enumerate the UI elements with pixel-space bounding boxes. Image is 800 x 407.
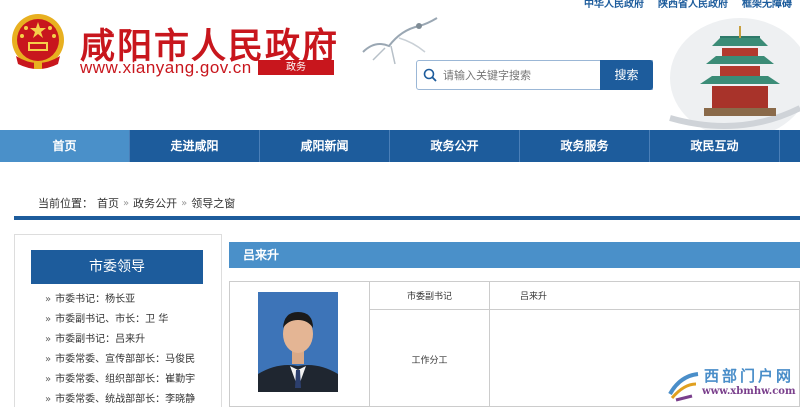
chevron-right-icon: »: [45, 394, 52, 405]
nav-gov-services[interactable]: 政务服务: [520, 130, 650, 162]
sidebar-item-label: 市委常委、组织部部长：崔勤宇: [55, 374, 196, 385]
sidebar-item-label: 市委书记：杨长亚: [55, 294, 136, 305]
sidebar-title: 市委领导: [31, 250, 203, 284]
top-link-central-gov[interactable]: 中华人民政府: [584, 0, 644, 10]
sidebar-item-propaganda[interactable]: » 市委常委、宣传部部长：马俊民: [45, 350, 195, 370]
photo-cell: [230, 282, 370, 407]
leader-photo: [258, 292, 338, 392]
search-button[interactable]: 搜索: [600, 60, 653, 90]
nav-gov-affairs[interactable]: 政务公开: [390, 130, 520, 162]
search-icon[interactable]: [417, 61, 443, 89]
nav-about-xianyang[interactable]: 走进咸阳: [130, 130, 260, 162]
nav-xianyang-news[interactable]: 咸阳新闻: [260, 130, 390, 162]
sidebar: 市委领导 » 市委书记：杨长亚 » 市委副书记、市长：卫 华 » 市委副书记：吕来升 …: [14, 234, 222, 407]
breadcrumb-gov-affairs[interactable]: 政务公开: [133, 195, 177, 211]
sidebar-list: » 市委书记：杨长亚 » 市委副书记、市长：卫 华 » 市委副书记：吕来升 » 市委常委…: [45, 290, 195, 407]
breadcrumb-prefix: 当前位置：: [38, 197, 93, 210]
nav-interaction[interactable]: 政民互动: [650, 130, 780, 162]
sidebar-item-united-front[interactable]: » 市委常委、统战部部长：李晓静: [45, 390, 195, 407]
site-url[interactable]: www.xianyang.gov.cn: [80, 58, 252, 78]
breadcrumb-separator: »: [181, 197, 188, 209]
page: 咸阳市人民政府 www.xianyang.gov.cn 政务 中华人民政府 陕西…: [0, 0, 800, 407]
national-emblem-icon[interactable]: [10, 12, 66, 72]
chevron-right-icon: »: [45, 334, 52, 345]
pavilion-tower-icon: [650, 8, 800, 138]
leader-name-header: 吕来升: [229, 242, 800, 268]
watermark: 西部门户网 www.xbmhw.com: [666, 362, 800, 407]
watermark-url: www.xbmhw.com: [702, 386, 796, 397]
breadcrumb-divider: [14, 216, 800, 220]
breadcrumb-separator: »: [123, 197, 130, 209]
position-label: 市委副书记: [370, 282, 490, 310]
duty-label: 工作分工: [370, 310, 490, 407]
sidebar-item-label: 市委副书记、市长：卫 华: [55, 314, 169, 325]
watermark-text: 西部门户网: [704, 367, 795, 385]
main-nav: 首页 走进咸阳 咸阳新闻 政务公开 政务服务 政民互动: [0, 130, 800, 162]
sidebar-item-label: 市委常委、统战部部长：李晓静: [55, 394, 196, 405]
sidebar-item-mayor[interactable]: » 市委副书记、市长：卫 华: [45, 310, 195, 330]
watermark-logo-icon: [668, 372, 699, 402]
position-value: 吕来升: [490, 282, 800, 310]
breadcrumb-home[interactable]: 首页: [97, 195, 119, 211]
sidebar-item-deputy-secretary[interactable]: » 市委副书记：吕来升: [45, 330, 195, 350]
sidebar-item-organization[interactable]: » 市委常委、组织部部长：崔勤宇: [45, 370, 195, 390]
gov-tag: 政务: [258, 60, 334, 75]
breadcrumb-leaders[interactable]: 领导之窗: [191, 195, 235, 211]
sidebar-item-party-secretary[interactable]: » 市委书记：杨长亚: [45, 290, 195, 310]
nav-home[interactable]: 首页: [0, 130, 130, 162]
breadcrumb: 当前位置： 首页 » 政务公开 » 领导之窗: [38, 195, 235, 211]
chevron-right-icon: »: [45, 314, 52, 325]
chevron-right-icon: »: [45, 374, 52, 385]
sidebar-item-label: 市委常委、宣传部部长：马俊民: [55, 354, 196, 365]
chevron-right-icon: »: [45, 294, 52, 305]
chevron-right-icon: »: [45, 354, 52, 365]
sidebar-item-label: 市委副书记：吕来升: [55, 334, 146, 345]
header: 咸阳市人民政府 www.xianyang.gov.cn 政务 中华人民政府 陕西…: [0, 0, 800, 138]
